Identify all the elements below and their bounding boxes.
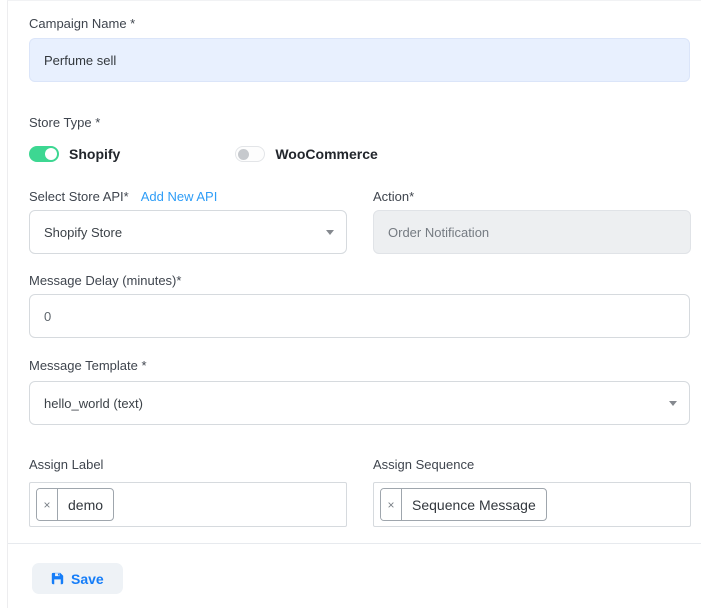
- assign-sequence-group: Assign Sequence × Sequence Message: [373, 457, 691, 527]
- message-delay-group: Message Delay (minutes)*: [29, 273, 690, 338]
- assign-sequence-label: Assign Sequence: [373, 457, 691, 472]
- store-api-select[interactable]: Shopify Store: [29, 210, 347, 254]
- store-api-label: Select Store API*: [29, 189, 129, 204]
- store-type-group: Store Type * Shopify WooCommerce: [29, 115, 690, 167]
- save-button[interactable]: Save: [32, 563, 123, 594]
- campaign-form-body: Campaign Name * Store Type * Shopify Woo…: [8, 1, 701, 543]
- sequence-tag: × Sequence Message: [380, 488, 547, 521]
- message-template-selected-value: hello_world (text): [44, 396, 143, 411]
- store-type-option-shopify: Shopify: [29, 146, 120, 162]
- toggle-knob: [45, 148, 57, 160]
- remove-tag-icon[interactable]: ×: [37, 489, 58, 520]
- shopify-toggle[interactable]: [29, 146, 59, 162]
- message-template-select[interactable]: hello_world (text): [29, 381, 690, 425]
- save-button-label: Save: [71, 571, 104, 587]
- store-api-action-row: Select Store API* Add New API Shopify St…: [29, 189, 690, 254]
- assign-label-group: Assign Label × demo: [29, 457, 347, 527]
- message-template-group: Message Template * hello_world (text): [29, 358, 690, 425]
- campaign-name-group: Campaign Name *: [29, 16, 690, 82]
- remove-tag-icon[interactable]: ×: [381, 489, 402, 520]
- assign-label-label: Assign Label: [29, 457, 347, 472]
- woocommerce-toggle[interactable]: [235, 146, 265, 162]
- store-api-group: Select Store API* Add New API Shopify St…: [29, 189, 347, 254]
- store-type-option-woocommerce: WooCommerce: [235, 146, 377, 162]
- action-group: Action*: [373, 189, 691, 254]
- chevron-down-icon: [669, 401, 677, 406]
- add-new-api-link[interactable]: Add New API: [141, 189, 218, 204]
- action-input: [373, 210, 691, 254]
- save-icon: [51, 572, 64, 585]
- campaign-form-card: Campaign Name * Store Type * Shopify Woo…: [7, 0, 701, 608]
- message-delay-input[interactable]: [29, 294, 690, 338]
- store-type-toggle-row: Shopify WooCommerce: [29, 141, 690, 167]
- woocommerce-toggle-label: WooCommerce: [275, 146, 377, 162]
- assign-sequence-input[interactable]: × Sequence Message: [373, 482, 691, 527]
- sequence-tag-text: Sequence Message: [402, 489, 546, 520]
- message-template-label: Message Template *: [29, 358, 690, 373]
- assign-row: Assign Label × demo Assign Sequence × Se…: [29, 457, 690, 527]
- form-footer: Save: [8, 543, 701, 608]
- message-delay-label: Message Delay (minutes)*: [29, 273, 690, 288]
- toggle-knob: [238, 149, 249, 160]
- action-label: Action*: [373, 189, 691, 204]
- campaign-name-label: Campaign Name *: [29, 16, 690, 31]
- shopify-toggle-label: Shopify: [69, 146, 120, 162]
- label-tag: × demo: [36, 488, 114, 521]
- store-type-label: Store Type *: [29, 115, 690, 130]
- chevron-down-icon: [326, 230, 334, 235]
- label-tag-text: demo: [58, 489, 113, 520]
- assign-label-input[interactable]: × demo: [29, 482, 347, 527]
- store-api-selected-value: Shopify Store: [44, 225, 122, 240]
- campaign-name-input[interactable]: [29, 38, 690, 82]
